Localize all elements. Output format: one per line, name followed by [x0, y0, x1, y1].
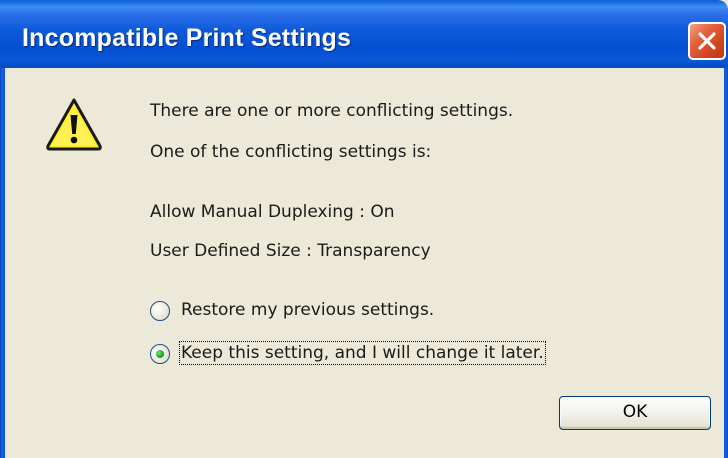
radio-button-selected[interactable] [150, 344, 170, 364]
window-frame-left [0, 68, 5, 458]
radio-button[interactable] [150, 301, 170, 321]
setting-user-defined-size: User Defined Size : Transparency [150, 241, 431, 261]
warning-icon [46, 98, 102, 151]
message-line-one-of: One of the conflicting settings is: [150, 142, 432, 162]
message-line-conflicting: There are one or more conflicting settin… [150, 101, 514, 121]
ok-button[interactable]: OK [559, 396, 711, 430]
close-button[interactable] [688, 22, 726, 60]
window-title: Incompatible Print Settings [22, 24, 352, 52]
radio-label-keep[interactable]: Keep this setting, and I will change it … [179, 341, 546, 365]
setting-manual-duplexing: Allow Manual Duplexing : On [150, 202, 395, 222]
dialog-window: Incompatible Print Settings There are on… [0, 0, 728, 458]
title-bar[interactable]: Incompatible Print Settings [0, 0, 728, 68]
radio-label-restore[interactable]: Restore my previous settings. [181, 300, 434, 320]
radio-selected-dot [156, 350, 164, 358]
window-frame-right [724, 68, 728, 458]
close-icon [698, 32, 716, 50]
